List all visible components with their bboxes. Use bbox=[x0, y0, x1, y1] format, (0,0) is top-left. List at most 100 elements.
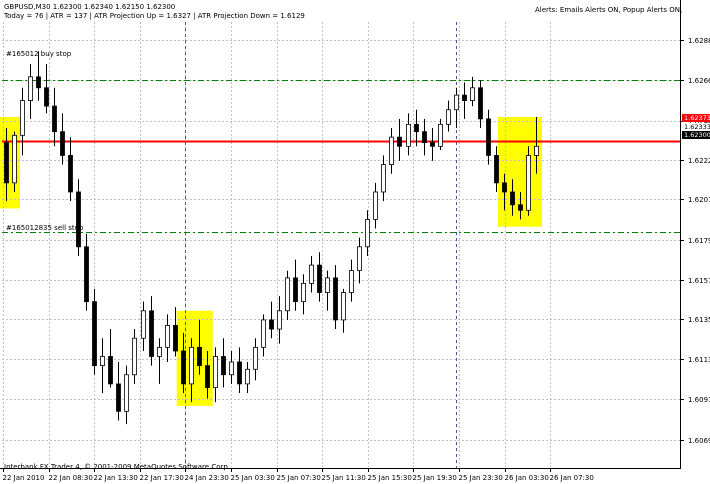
candle-body bbox=[406, 123, 411, 147]
candle-series bbox=[4, 51, 539, 425]
candle bbox=[253, 338, 258, 381]
candle-body bbox=[422, 131, 427, 144]
candle bbox=[76, 179, 81, 256]
candle bbox=[478, 80, 483, 129]
atr-info: Today = 76 | ATR = 137 | ATR Projection … bbox=[4, 12, 305, 20]
candle-body bbox=[325, 277, 330, 293]
candle-body bbox=[237, 361, 242, 385]
y-tick-label: 1.62660 bbox=[688, 76, 710, 85]
candle bbox=[341, 288, 346, 333]
candle-body bbox=[494, 155, 499, 184]
candle bbox=[446, 100, 451, 132]
candle-body bbox=[60, 131, 65, 156]
candle bbox=[397, 118, 402, 161]
candle-body bbox=[28, 76, 33, 101]
candle-body bbox=[293, 277, 298, 303]
candle-body bbox=[52, 105, 57, 133]
candle-body bbox=[229, 361, 234, 376]
candle-body bbox=[478, 87, 483, 120]
candle-body bbox=[510, 191, 515, 206]
y-tick-label: 1.62225 bbox=[688, 156, 710, 165]
y-tick-label: 1.61570 bbox=[688, 276, 710, 285]
candle-body bbox=[502, 182, 507, 193]
sell-stop-label[interactable]: #165012835 sell stop bbox=[6, 224, 83, 232]
candle-body bbox=[454, 94, 459, 111]
x-tick-label: 25 Jan 03:30 bbox=[230, 474, 275, 482]
x-tick-label: 22 Jan 08:30 bbox=[48, 474, 93, 482]
candle bbox=[149, 296, 154, 366]
candle-body bbox=[333, 277, 338, 321]
candle-body bbox=[205, 365, 210, 388]
candle bbox=[381, 155, 386, 202]
bid-price-box: 1.62300 bbox=[682, 131, 710, 139]
candle bbox=[357, 237, 362, 284]
candle bbox=[28, 64, 33, 119]
x-tick-label: 22 Jan 13:30 bbox=[93, 474, 138, 482]
candle bbox=[277, 296, 282, 344]
candle-body bbox=[173, 325, 178, 352]
candle-body bbox=[20, 100, 25, 136]
candle-body bbox=[357, 246, 362, 271]
candle bbox=[261, 314, 266, 357]
candle-body bbox=[269, 319, 274, 330]
candle bbox=[92, 288, 97, 375]
candle bbox=[44, 64, 49, 114]
buy-stop-label[interactable]: #165012 buy stop bbox=[6, 50, 71, 58]
y-tick-label: 1.61135 bbox=[688, 355, 710, 364]
candle-body bbox=[397, 136, 402, 147]
candle-body bbox=[181, 350, 186, 385]
candle bbox=[325, 270, 330, 311]
candle bbox=[221, 338, 226, 388]
candle-body bbox=[430, 142, 435, 147]
y-tick-label: 1.62010 bbox=[688, 195, 710, 204]
x-tick-label: 26 Jan 07:30 bbox=[549, 474, 594, 482]
copyright-text: Interbank FX Trader 4, © 2001-2009 MetaQ… bbox=[4, 463, 231, 471]
candle bbox=[422, 118, 427, 156]
candle-body bbox=[534, 145, 539, 156]
candle-body bbox=[462, 94, 467, 101]
gray-price-box: 1.62333 bbox=[682, 123, 710, 131]
candle bbox=[389, 128, 394, 174]
candle bbox=[100, 338, 105, 394]
candle-body bbox=[100, 356, 105, 367]
candle bbox=[470, 76, 475, 107]
y-tick-label: 1.62880 bbox=[688, 36, 710, 45]
candle bbox=[108, 329, 113, 388]
alerts-status: Alerts: Emails Alerts ON, Popup Alerts O… bbox=[535, 6, 683, 14]
candle bbox=[373, 182, 378, 229]
candle-body bbox=[341, 292, 346, 321]
candle bbox=[365, 210, 370, 256]
candle bbox=[20, 87, 25, 156]
candle bbox=[317, 252, 322, 302]
candle bbox=[157, 338, 162, 384]
candle-body bbox=[165, 325, 170, 348]
candle-body bbox=[213, 356, 218, 388]
candle-body bbox=[36, 76, 41, 89]
y-tick-label: 1.60915 bbox=[688, 395, 710, 404]
red-price-box: 1.62373 bbox=[682, 114, 710, 122]
candle-body bbox=[381, 164, 386, 193]
price-chart[interactable] bbox=[0, 0, 710, 484]
candle-body bbox=[124, 374, 129, 412]
candle bbox=[12, 131, 17, 192]
candle bbox=[141, 301, 146, 351]
candle-body bbox=[349, 270, 354, 293]
candle bbox=[486, 109, 491, 165]
candle bbox=[285, 270, 290, 320]
y-axis-ticks bbox=[680, 40, 684, 441]
candle-body bbox=[141, 310, 146, 339]
chart-window[interactable]: GBPUSD,M30 1.62300 1.62340 1.62150 1.623… bbox=[0, 0, 710, 484]
candle bbox=[349, 259, 354, 302]
candle-body bbox=[470, 87, 475, 101]
candle bbox=[406, 113, 411, 156]
candle-body bbox=[253, 346, 258, 370]
candle-body bbox=[157, 346, 162, 357]
candle-body bbox=[197, 346, 202, 367]
candle bbox=[430, 128, 435, 161]
candle-body bbox=[189, 346, 194, 385]
order-levels bbox=[2, 80, 680, 233]
candle-body bbox=[149, 310, 154, 357]
candle bbox=[245, 361, 250, 394]
candle bbox=[309, 255, 314, 293]
candle bbox=[36, 51, 41, 101]
